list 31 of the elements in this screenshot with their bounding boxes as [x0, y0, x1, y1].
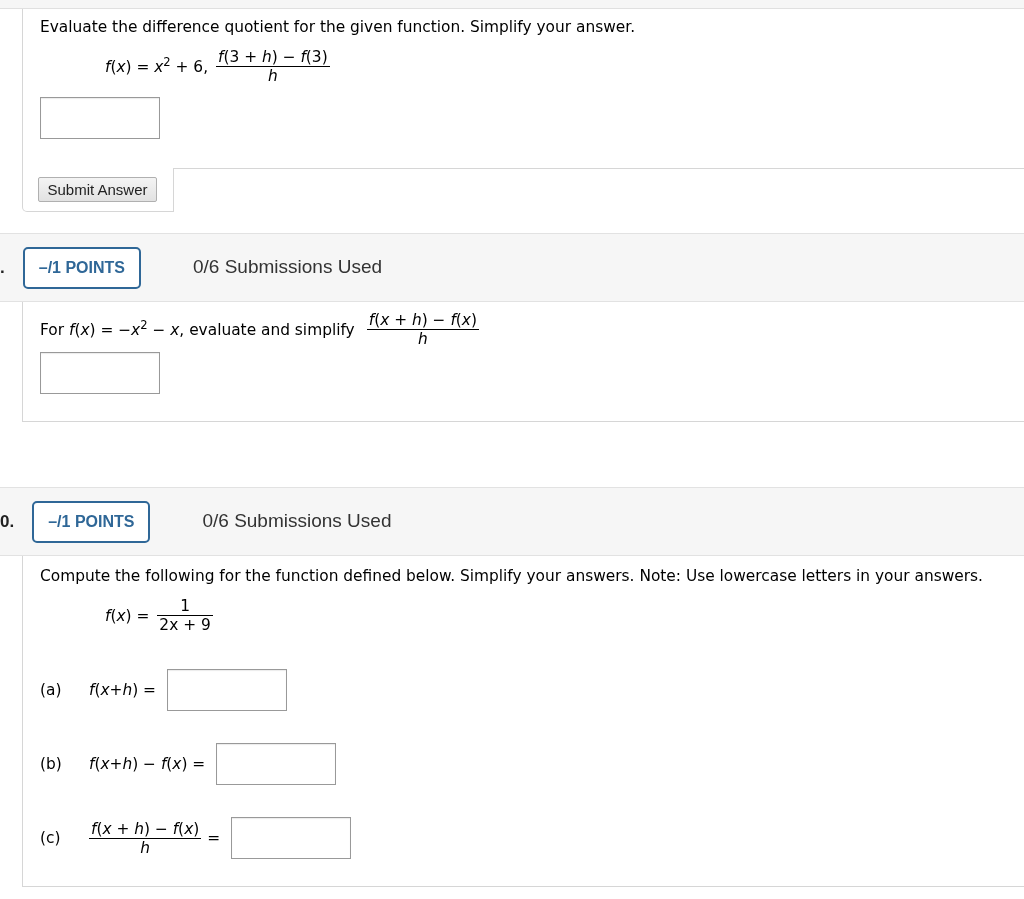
part-expression: f(x+h) = [89, 680, 156, 700]
fraction-numerator: f(3 + h) − f(3) [217, 48, 329, 66]
part-label: (b) [40, 754, 63, 774]
question-prompt: Evaluate the difference quotient for the given function. Simplify your answer. [40, 17, 637, 37]
answer-field[interactable] [216, 743, 337, 785]
question-number: . [0, 256, 5, 279]
question-prompt: Compute the following for the function defined below. Simplify your answers. Note: Use lowercase letters in your answers. [40, 566, 984, 586]
answer-field[interactable] [231, 817, 352, 859]
part-expression: = [207, 828, 221, 848]
answer-field[interactable] [167, 669, 287, 711]
fraction-numerator: f(x + h) − f(x) [367, 311, 478, 329]
answer-field[interactable] [40, 352, 160, 394]
points-badge: –/1 POINTS [32, 500, 151, 543]
fraction-denominator: h [416, 330, 429, 348]
part-label: (a) [40, 680, 63, 700]
points-badge: –/1 POINTS [22, 246, 141, 289]
fraction-numerator: f(x + h) − f(x) [90, 819, 201, 838]
part-expression: f(x+h) − f(x) = [89, 754, 206, 774]
fraction-denominator: h [139, 838, 151, 857]
question-number: 0. [0, 510, 15, 533]
function-formula: f(x) = x$^{2}$ + 6, [105, 56, 209, 77]
submissions-count: 0/6 Submissions Used [202, 509, 392, 534]
fraction-denominator: h [266, 67, 279, 85]
fraction-denominator: 2x + 9 [158, 616, 212, 634]
fraction-numerator: 1 [179, 597, 191, 615]
submissions-count: 0/6 Submissions Used [193, 255, 383, 280]
function-formula: f(x) = [105, 605, 150, 626]
submit-button[interactable]: Submit Answer [38, 177, 157, 202]
part-label: (c) [40, 828, 62, 848]
question-prompt: For f(x) = −x$^{2}$ − x, evaluate and simplify [40, 319, 355, 340]
answer-field[interactable] [40, 97, 160, 139]
